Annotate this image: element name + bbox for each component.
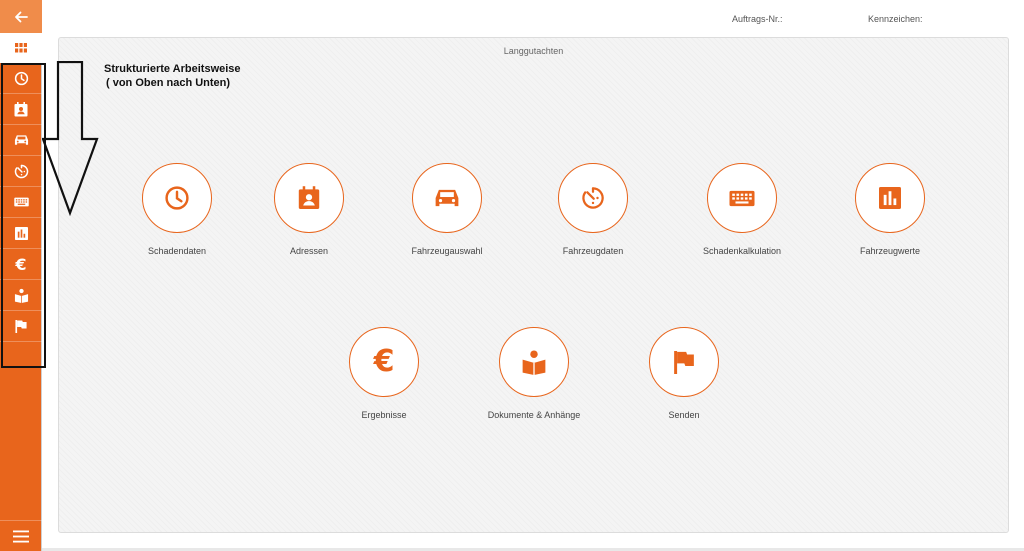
flag-icon [674, 350, 694, 374]
menu-button[interactable] [0, 520, 42, 551]
tile-dokumente-anhaenge[interactable]: Dokumente & Anhänge [469, 327, 599, 437]
reader-icon [522, 350, 546, 375]
contact-card-icon [298, 186, 320, 209]
bar-chart-icon [879, 187, 901, 209]
keyboard-icon [729, 190, 755, 206]
dashboard-button[interactable] [0, 33, 42, 63]
tile-circle[interactable] [707, 163, 777, 233]
tile-schadendaten[interactable]: Schadendaten [112, 163, 242, 273]
tile-circle[interactable] [274, 163, 344, 233]
annotation-box [1, 63, 46, 368]
main-panel: Langgutachten Schadendaten Adressen Fahr… [58, 37, 1009, 533]
car-icon [435, 189, 459, 207]
annotation-text: Strukturierte Arbeitsweise ( von Oben na… [104, 62, 241, 90]
tile-label: Adressen [289, 246, 329, 256]
tile-label: Senden [668, 410, 700, 420]
tile-fahrzeugdaten[interactable]: Fahrzeugdaten [528, 163, 658, 273]
tile-ergebnisse[interactable]: € Ergebnisse [319, 327, 449, 437]
timer-icon [582, 187, 604, 209]
tile-label: Dokumente & Anhänge [487, 410, 581, 420]
top-bar: Auftrags-Nr.: Kennzeichen: [42, 0, 1024, 36]
tile-label: Fahrzeugauswahl [411, 246, 483, 256]
grid-icon [15, 43, 27, 53]
tile-circle[interactable] [142, 163, 212, 233]
arrow-left-icon [15, 11, 28, 22]
annotation-line-2: ( von Oben nach Unten) [106, 77, 231, 89]
tile-label: Ergebnisse [361, 410, 407, 420]
tile-circle[interactable] [499, 327, 569, 397]
tile-label: Fahrzeugwerte [859, 246, 921, 256]
tile-adressen[interactable]: Adressen [244, 163, 374, 273]
tile-circle[interactable] [649, 327, 719, 397]
tile-label: Fahrzeugdaten [562, 246, 624, 256]
tile-circle[interactable] [558, 163, 628, 233]
down-arrow-annotation [42, 61, 99, 217]
tile-label: Schadendaten [147, 246, 207, 256]
tile-fahrzeugauswahl[interactable]: Fahrzeugauswahl [382, 163, 512, 273]
clock-icon [165, 186, 189, 210]
tile-circle[interactable] [855, 163, 925, 233]
tile-label: Schadenkalkulation [702, 246, 782, 256]
tile-senden[interactable]: Senden [619, 327, 749, 437]
annotation-line-1: Strukturierte Arbeitsweise [104, 63, 241, 75]
order-number-label: Auftrags-Nr.: [732, 14, 783, 24]
tile-circle[interactable]: € [349, 327, 419, 397]
panel-title: Langgutachten [503, 46, 564, 56]
back-button[interactable] [0, 0, 42, 33]
hamburger-icon [13, 530, 29, 542]
tile-fahrzeugwerte[interactable]: Fahrzeugwerte [825, 163, 955, 273]
tile-schadenkalkulation[interactable]: Schadenkalkulation [677, 163, 807, 273]
license-plate-label: Kennzeichen: [868, 14, 923, 24]
euro-icon: € [373, 344, 395, 379]
tile-circle[interactable] [412, 163, 482, 233]
